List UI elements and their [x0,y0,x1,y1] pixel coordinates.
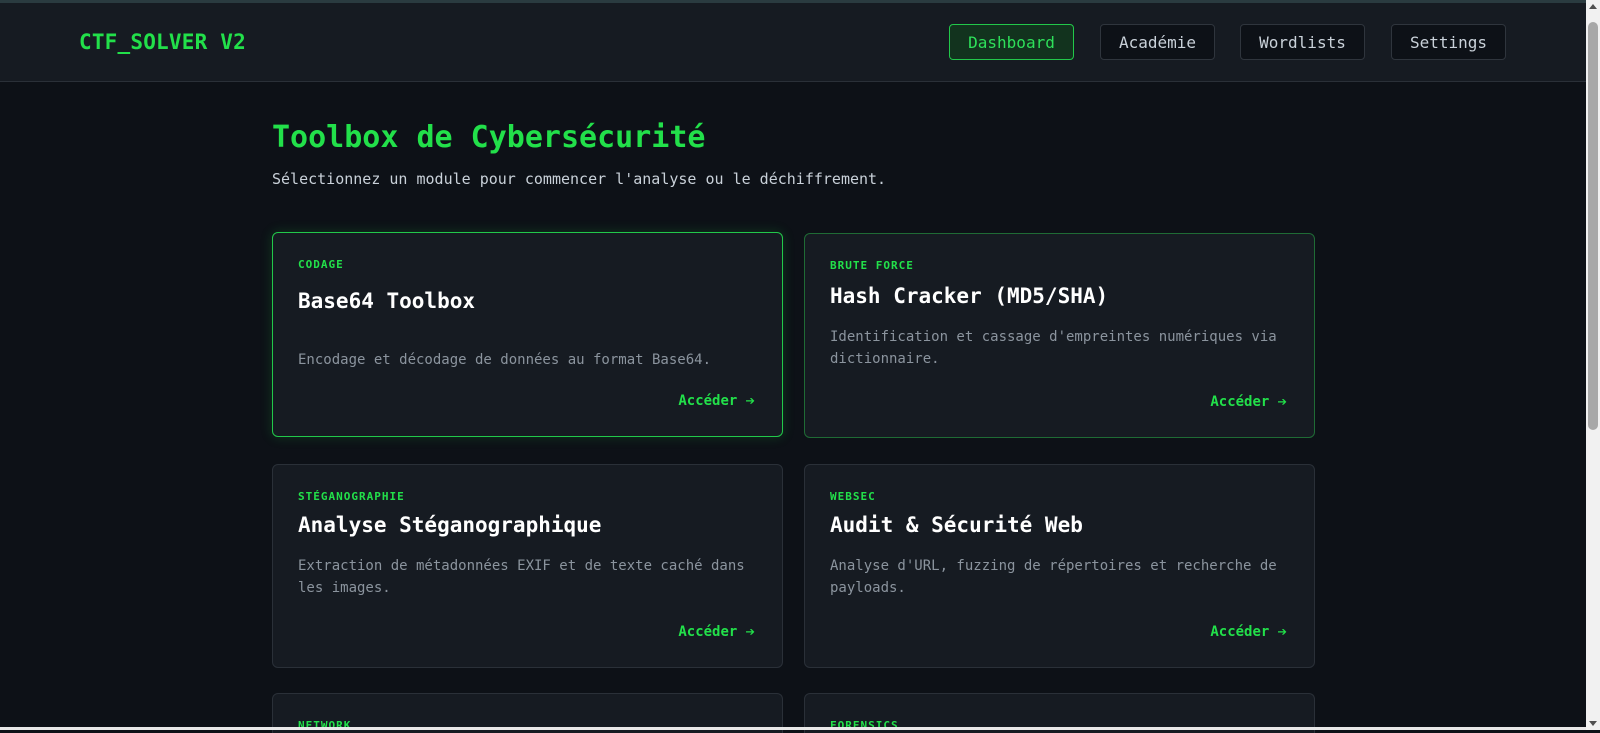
access-label: Accéder [678,624,738,640]
card-description: Identification et cassage d'empreintes n… [830,329,1277,367]
access-label: Accéder [1210,624,1270,640]
page-title: Toolbox de Cybersécurité [272,120,706,155]
module-card-websec[interactable]: WEBSEC Audit & Sécurité Web Analyse d'UR… [804,464,1315,668]
module-card-hash-cracker[interactable]: BRUTE FORCE Hash Cracker (MD5/SHA) Ident… [804,233,1315,438]
scrollbar-thumb[interactable] [1588,22,1598,430]
top-navbar: CTF_SOLVER V2 Dashboard Académie Wordlis… [0,3,1586,82]
card-category-tag: BRUTE FORCE [830,259,914,272]
access-label: Accéder [1210,394,1270,410]
arrow-right-icon: ➔ [745,391,755,410]
arrow-right-icon: ➔ [1277,392,1287,411]
access-link[interactable]: Accéder ➔ [1210,392,1287,411]
card-category-tag: STÉGANOGRAPHIE [298,490,405,503]
card-description: Extraction de métadonnées EXIF et de tex… [298,558,745,596]
page-subtitle: Sélectionnez un module pour commencer l'… [272,170,887,188]
scroll-down-icon[interactable] [1589,721,1597,726]
card-title: Hash Cracker (MD5/SHA) [830,284,1109,308]
nav-wordlists-button[interactable]: Wordlists [1240,24,1365,60]
module-card-base64[interactable]: CODAGE Base64 Toolbox Encodage et décoda… [272,232,783,437]
access-label: Accéder [678,393,738,409]
card-title: Base64 Toolbox [298,289,476,313]
arrow-right-icon: ➔ [745,622,755,641]
access-link[interactable]: Accéder ➔ [678,622,755,641]
nav-dashboard-button[interactable]: Dashboard [949,24,1074,60]
card-title: Analyse Stéganographique [298,513,602,537]
access-link[interactable]: Accéder ➔ [678,391,755,410]
card-category-tag: WEBSEC [830,490,876,503]
card-description: Encodage et décodage de données au forma… [298,352,712,368]
module-card-steganography[interactable]: STÉGANOGRAPHIE Analyse Stéganographique … [272,464,783,668]
card-description: Analyse d'URL, fuzzing de répertoires et… [830,558,1277,596]
card-category-tag: NETWORK [298,719,352,732]
card-category-tag: FORENSICS [830,719,899,732]
scroll-up-icon[interactable] [1589,4,1597,9]
vertical-scrollbar[interactable] [1586,0,1600,730]
brand-logo[interactable]: CTF_SOLVER V2 [79,30,246,54]
nav-academie-button[interactable]: Académie [1100,24,1215,60]
card-category-tag: CODAGE [298,258,344,271]
card-title: Audit & Sécurité Web [830,513,1083,537]
arrow-right-icon: ➔ [1277,622,1287,641]
nav-settings-button[interactable]: Settings [1391,24,1506,60]
access-link[interactable]: Accéder ➔ [1210,622,1287,641]
